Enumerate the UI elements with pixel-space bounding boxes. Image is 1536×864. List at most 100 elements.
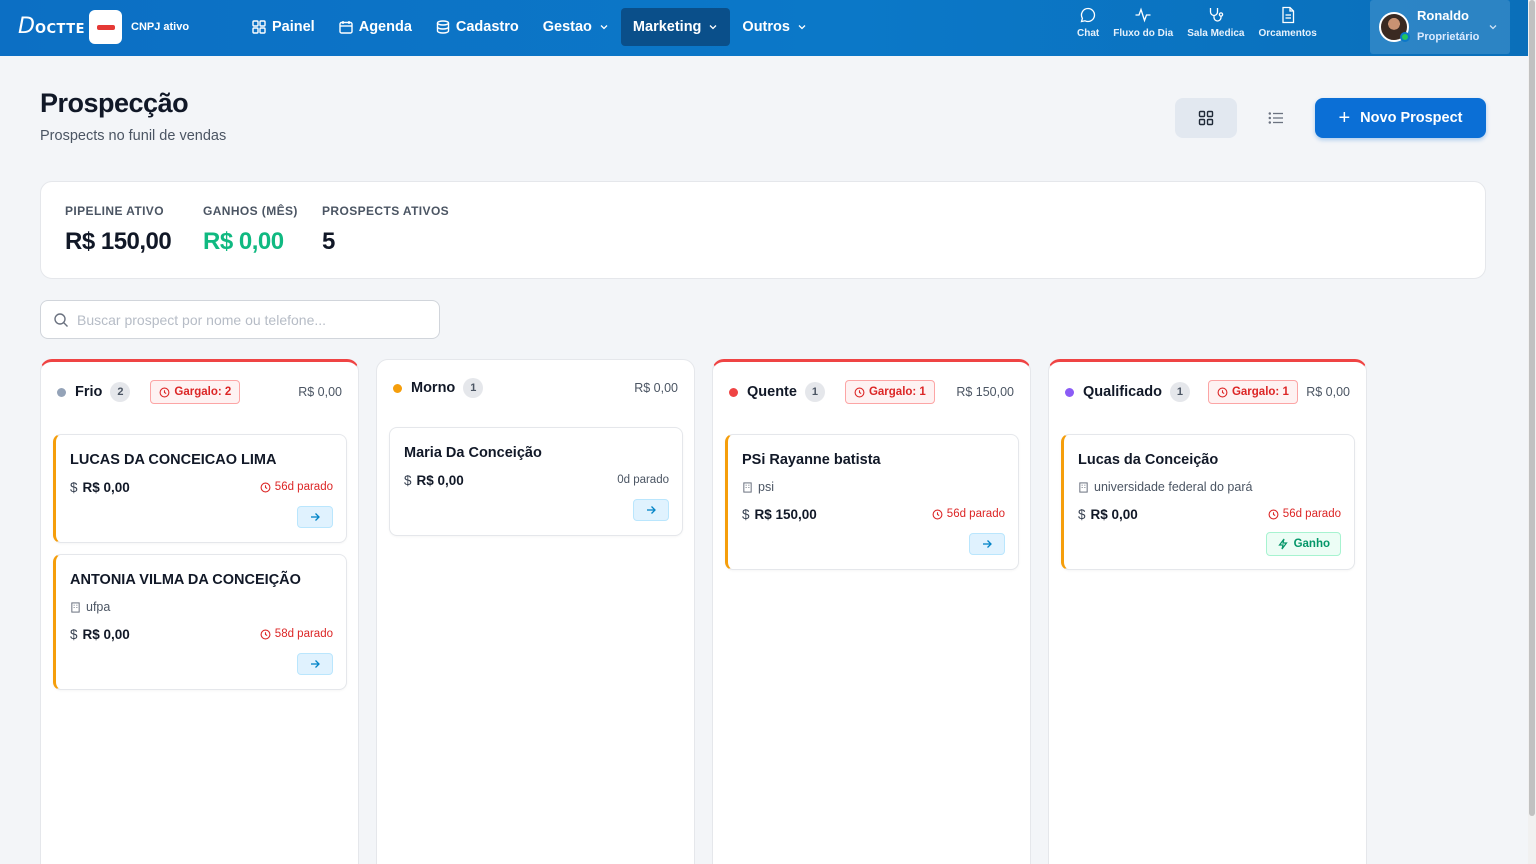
- clock-icon: [932, 509, 943, 519]
- search-icon: [54, 313, 68, 327]
- prospect-organization: universidade federal do pará: [1078, 480, 1252, 494]
- clock-icon: [260, 482, 271, 492]
- quick-fluxo-do-dia[interactable]: Fluxo do Dia: [1106, 6, 1180, 39]
- nav-painel[interactable]: Painel: [240, 8, 327, 46]
- count-badge: 1: [463, 378, 484, 398]
- clock-icon: [260, 629, 271, 639]
- prospect-card[interactable]: PSi Rayanne batista psi $ R$ 150,00 56d p…: [725, 434, 1019, 570]
- dollar-icon: $: [742, 507, 750, 522]
- count-badge: 1: [1169, 382, 1190, 402]
- prospect-organization: ufpa: [70, 600, 110, 614]
- column-header: Qualificado 1 Gargalo: 1 R$ 0,00: [1065, 380, 1350, 404]
- database-icon: [436, 20, 450, 34]
- column-quente: Quente 1 Gargalo: 1 R$ 150,00 PSi Rayann…: [712, 359, 1031, 864]
- column-qualificado: Qualificado 1 Gargalo: 1 R$ 0,00 Lucas d…: [1048, 359, 1367, 864]
- prospect-organization: psi: [742, 480, 774, 494]
- pipeline-stats: PIPELINE ATIVO R$ 150,00 GANHOS (MÊS) R$…: [40, 181, 1486, 279]
- stat-prospects-ativos: PROSPECTS ATIVOS 5: [322, 204, 450, 255]
- column-total: R$ 0,00: [298, 385, 342, 399]
- building-icon: [743, 481, 752, 493]
- nav-marketing[interactable]: Marketing: [620, 8, 731, 46]
- clinic-logo[interactable]: [89, 10, 122, 44]
- column-header: Quente 1 Gargalo: 1 R$ 150,00: [729, 380, 1014, 404]
- chat-icon: [1080, 7, 1096, 23]
- chevron-down-icon: [600, 25, 608, 30]
- column-total: R$ 0,00: [634, 381, 678, 395]
- quick-chat[interactable]: Chat: [1070, 6, 1106, 39]
- nav-gestao[interactable]: Gestao: [531, 8, 621, 46]
- stale-indicator: 56d parado: [932, 508, 1005, 520]
- stat-ganhos-mes: GANHOS (MÊS) R$ 0,00: [203, 204, 298, 255]
- clock-icon: [1268, 509, 1279, 519]
- open-prospect-button[interactable]: [297, 653, 333, 675]
- open-prospect-button[interactable]: [969, 533, 1005, 555]
- list-view-toggle[interactable]: [1252, 98, 1300, 138]
- prospect-search: [40, 300, 440, 339]
- list-icon: [1268, 112, 1283, 124]
- column-header: Frio 2 Gargalo: 2 R$ 0,00: [57, 380, 342, 404]
- quick-sala-medica[interactable]: Sala Medica: [1180, 6, 1251, 39]
- stat-pipeline-ativo: PIPELINE ATIVO R$ 150,00: [65, 204, 172, 255]
- arrow-right-icon: [311, 513, 320, 521]
- bottleneck-badge: Gargalo: 2: [150, 380, 241, 404]
- user-role: Proprietário: [1417, 31, 1480, 43]
- count-badge: 1: [804, 382, 825, 402]
- nav-cadastro[interactable]: Cadastro: [424, 8, 531, 46]
- stethoscope-icon: [1209, 8, 1224, 22]
- bottleneck-badge: Gargalo: 1: [1207, 380, 1298, 404]
- count-badge: 2: [110, 382, 131, 402]
- lightning-icon: [1277, 538, 1288, 550]
- status-dot: [393, 383, 402, 393]
- prospect-card[interactable]: ANTONIA VILMA DA CONCEIÇÃO ufpa $ R$ 0,00…: [53, 554, 347, 690]
- open-prospect-button[interactable]: [297, 506, 333, 528]
- clock-icon: [854, 387, 865, 397]
- status-dot: [57, 387, 66, 397]
- user-menu[interactable]: Ronaldo Proprietário: [1370, 0, 1510, 54]
- quick-orcamentos[interactable]: Orcamentos: [1252, 6, 1324, 39]
- stale-indicator: 0d parado: [617, 474, 669, 486]
- plus-icon: +: [1338, 107, 1351, 129]
- open-prospect-button[interactable]: [633, 499, 669, 521]
- page-subtitle: Prospects no funil de vendas: [40, 128, 227, 144]
- building-icon: [71, 601, 80, 613]
- online-status-dot: [1400, 32, 1410, 42]
- nav-outros[interactable]: Outros: [730, 8, 819, 46]
- page-scrollbar[interactable]: [1528, 0, 1536, 864]
- arrow-right-icon: [311, 660, 320, 668]
- avatar: [1379, 12, 1410, 42]
- prospect-card[interactable]: Maria Da Conceição $ R$ 0,00 0d parado: [389, 427, 683, 536]
- document-icon: [1282, 6, 1294, 24]
- stale-indicator: 58d parado: [260, 628, 333, 640]
- nav-agenda[interactable]: Agenda: [327, 8, 424, 46]
- main-nav: Painel Agenda Cadastro Gestao Marketing …: [240, 8, 819, 46]
- cnpj-status: CNPJ ativo: [131, 21, 190, 33]
- kanban-view-toggle[interactable]: [1175, 98, 1237, 138]
- page-title: Prospecção: [40, 88, 189, 118]
- activity-icon: [1135, 7, 1151, 23]
- doctte-logo[interactable]: D OCTTE: [18, 14, 85, 39]
- clock-icon: [159, 387, 170, 397]
- column-total: R$ 150,00: [956, 385, 1014, 399]
- status-dot: [1065, 387, 1074, 397]
- stale-indicator: 56d parado: [1268, 508, 1341, 520]
- grid-icon: [1198, 110, 1214, 126]
- chevron-down-icon: [1489, 25, 1497, 30]
- column-total: R$ 0,00: [1306, 385, 1350, 399]
- search-input[interactable]: [77, 309, 427, 331]
- bottleneck-badge: Gargalo: 1: [844, 380, 935, 404]
- prospect-card[interactable]: LUCAS DA CONCEICAO LIMA $ R$ 0,00 56d par…: [53, 434, 347, 543]
- new-prospect-button[interactable]: + Novo Prospect: [1315, 98, 1486, 138]
- prospect-card[interactable]: Lucas da Conceição universidade federal …: [1061, 434, 1355, 570]
- calendar-icon: [339, 21, 353, 34]
- grid-icon: [252, 20, 266, 34]
- mark-won-button[interactable]: Ganho: [1265, 532, 1341, 556]
- chevron-down-icon: [798, 25, 806, 30]
- column-frio: Frio 2 Gargalo: 2 R$ 0,00 LUCAS DA CONCE…: [40, 359, 359, 864]
- dollar-icon: $: [1078, 507, 1086, 522]
- chevron-down-icon: [709, 25, 717, 30]
- clock-icon: [1217, 387, 1228, 397]
- top-navbar: D OCTTE CNPJ ativo Painel Agenda Cadastro…: [0, 0, 1536, 56]
- stale-indicator: 56d parado: [260, 481, 333, 493]
- quick-links: Chat Fluxo do Dia Sala Medica Orcamentos: [1070, 6, 1324, 39]
- status-dot: [729, 387, 738, 397]
